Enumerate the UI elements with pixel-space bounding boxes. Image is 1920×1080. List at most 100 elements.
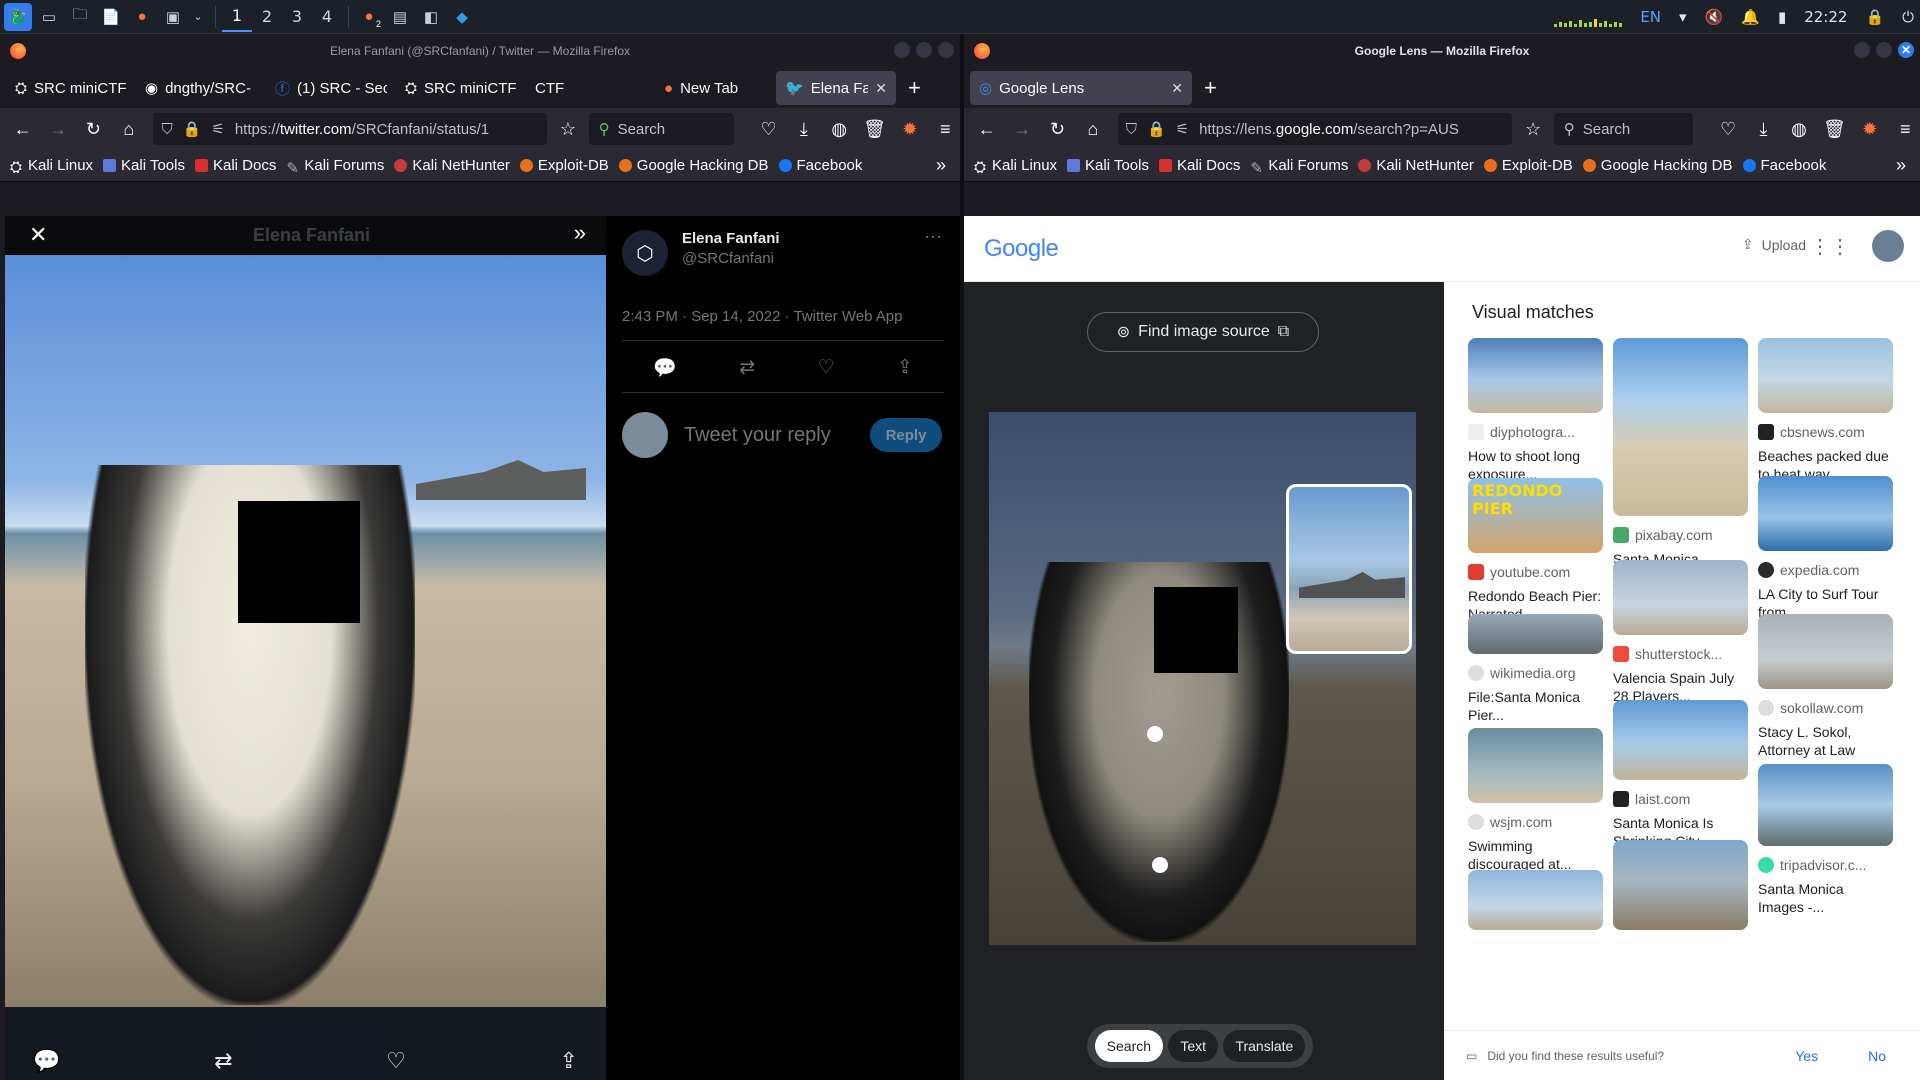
bookmark-google-hacking-db[interactable]: Google Hacking DB [1582,157,1733,174]
mode-text[interactable]: Text [1168,1030,1219,1062]
share-icon[interactable]: ⇪ [560,1048,578,1074]
match-card[interactable]: laist.com Santa Monica Is Shrinking City… [1613,700,1748,850]
workspace-4[interactable]: 4 [312,2,342,32]
reply-input[interactable]: Tweet your reply [684,424,831,447]
match-card[interactable]: cbsnews.com Beaches packed due to heat w… [1758,338,1893,483]
home-icon[interactable]: ⌂ [1078,114,1107,144]
bookmark-facebook[interactable]: Facebook [1742,157,1826,174]
workspace-3[interactable]: 3 [282,2,312,32]
google-logo[interactable]: Google [984,235,1059,263]
desktop-icon[interactable]: ▭ [35,3,63,31]
terminal-icon[interactable]: ▣ [159,3,187,31]
pocket-icon[interactable]: ♡ [754,114,783,144]
trash-icon[interactable]: 🗑 [860,114,889,144]
globe-icon[interactable]: ◍ [1784,114,1813,144]
match-card[interactable]: pixabay.com Santa Monica California - Fr… [1613,338,1748,586]
minimize-button[interactable] [894,42,910,58]
workspace-2[interactable]: 2 [252,2,282,32]
avatar[interactable]: ⬡ [622,230,668,276]
share-icon[interactable]: ⇪ [897,356,913,380]
account-avatar[interactable] [1872,230,1904,262]
reply-button[interactable]: Reply [870,418,942,452]
extension-icon[interactable]: ✹ [1855,114,1884,144]
expand-panel-icon[interactable]: » [574,220,586,246]
like-icon[interactable]: ♡ [386,1048,406,1074]
chevron-down-icon[interactable]: ⌄ [190,3,206,31]
mute-icon[interactable]: 🔇 [1705,8,1724,26]
bookmark-kali-tools[interactable]: Kali Tools [1067,157,1149,174]
document-task-icon[interactable]: ▤ [386,3,414,31]
lock-icon[interactable]: 🔒 [1865,8,1884,26]
bookmark-star-icon[interactable]: ☆ [1518,114,1547,144]
maximize-button[interactable] [1876,42,1892,58]
upload-button[interactable]: ⇪ Upload [1742,236,1806,253]
kali-menu-icon[interactable]: 🐉 [4,2,32,31]
feedback-yes[interactable]: Yes [1795,1048,1818,1064]
author-handle[interactable]: @SRCfanfani [682,250,774,267]
download-icon[interactable]: ⤓ [789,114,818,144]
text-editor-icon[interactable]: 📄 [97,3,125,31]
bookmark-kali-nethunter[interactable]: Kali NetHunter [1358,157,1474,174]
bookmark-kali-linux[interactable]: ⛭ Kali Linux [10,157,93,176]
url-bar[interactable]: ⛉ 🔒 ⚟ https://twitter.com/SRCfanfani/statu… [153,113,548,145]
match-card[interactable]: sokollaw.com Stacy L. Sokol, Attorney at… [1758,614,1893,759]
shield-icon[interactable]: ⛉ [1126,121,1137,138]
tab-facebook[interactable]: ⓕ (1) SRC - Secu [266,71,396,105]
bookmark-kali-forums[interactable]: ✎ Kali Forums [286,157,384,177]
retweet-icon[interactable]: ⇄ [739,356,755,380]
keyboard-layout[interactable]: EN [1640,8,1661,26]
wifi-icon[interactable]: ▾ [1679,8,1687,26]
forward-icon[interactable]: → [43,114,72,144]
tab-new-tab[interactable]: ● New Tab [646,71,776,105]
permissions-icon[interactable]: ⚟ [211,120,224,138]
bookmark-google-hacking-db[interactable]: Google Hacking DB [618,157,769,174]
apps-icon[interactable]: ⋮⋮ [1810,234,1850,259]
download-icon[interactable]: ⤓ [1749,114,1778,144]
permissions-icon[interactable]: ⚟ [1176,120,1189,138]
search-box[interactable]: ⚲ Search [1553,113,1694,145]
back-icon[interactable]: ← [8,114,37,144]
battery-icon[interactable]: ▮ [1778,8,1786,26]
more-icon[interactable]: ··· [924,226,942,247]
find-image-source-button[interactable]: ⊚ Find image source ⧉ [1087,312,1319,352]
close-media-icon[interactable]: ✕ [29,222,47,248]
match-card[interactable] [1613,840,1748,930]
match-card[interactable]: REDONDO PIER youtube.com Redondo Beach P… [1468,478,1603,623]
close-button[interactable]: ✕ [1898,42,1914,58]
file-manager-icon[interactable]: 🗀 [66,3,94,31]
reply-icon[interactable]: 💬 [33,1048,60,1074]
workspace-1[interactable]: 1 [222,2,252,32]
reply-icon[interactable]: 💬 [653,356,677,380]
bookmark-star-icon[interactable]: ☆ [553,114,582,144]
back-icon[interactable]: ← [972,114,1001,144]
close-button[interactable] [938,42,954,58]
match-card[interactable]: shutterstock... Valencia Spain July 28 P… [1613,560,1748,705]
tab-src-minictf[interactable]: ⛭ SRC miniCTF [6,71,136,105]
bookmark-kali-docs[interactable]: Kali Docs [194,157,276,174]
tab-github[interactable]: ◉ dngthy/SRC- [136,71,266,105]
match-card[interactable]: expedia.com LA City to Surf Tour from... [1758,476,1893,621]
tab-google-lens[interactable]: ◎ Google Lens ✕ [970,71,1192,105]
feedback-no[interactable]: No [1868,1048,1886,1064]
bookmarks-overflow-icon[interactable]: » [1896,155,1906,176]
extension-icon[interactable]: ✹ [895,114,924,144]
trash-icon[interactable]: 🗑 [1820,114,1849,144]
match-card[interactable]: wsjm.com Swimming discouraged at... [1468,728,1603,873]
tab-src-minictf-2[interactable]: ⛭ SRC miniCTF [396,71,526,105]
new-tab-button[interactable]: + [896,75,933,101]
search-box[interactable]: ⚲ Search [588,113,734,145]
bookmark-kali-tools[interactable]: Kali Tools [103,157,185,174]
match-card[interactable]: tripadvisor.c... Santa Monica Images -..… [1758,764,1893,916]
maximize-button[interactable] [916,42,932,58]
tab-elena-fanfani[interactable]: 🐦 Elena Fanfa ✕ [776,71,896,105]
home-icon[interactable]: ⌂ [114,114,143,144]
match-card[interactable]: diyphotogra... How to shoot long exposur… [1468,338,1603,483]
clock[interactable]: 22:22 [1804,8,1847,26]
menu-icon[interactable]: ≡ [931,114,960,144]
match-card[interactable]: wikimedia.org File:Santa Monica Pier... [1468,614,1603,724]
url-bar[interactable]: ⛉ 🔒 ⚟ https://lens.google.com/search?p=AUS [1117,113,1513,145]
minimize-button[interactable] [1854,42,1870,58]
selection-dot[interactable] [1152,857,1168,873]
crop-selection[interactable] [1286,484,1412,654]
bookmark-exploit-db[interactable]: Exploit-DB [1483,157,1573,174]
